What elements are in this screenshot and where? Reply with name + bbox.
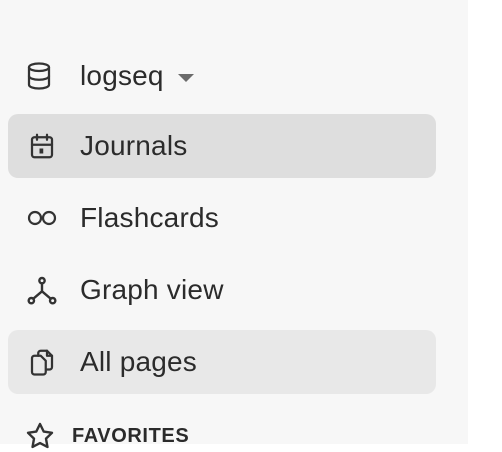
favorites-label: FAVORITES	[72, 424, 190, 447]
infinity-icon	[26, 202, 58, 234]
left-sidebar: logseq Journals Flashcards Graph view Al…	[0, 0, 468, 449]
graph-icon	[26, 274, 58, 306]
star-icon	[24, 420, 56, 452]
sidebar-item-graph-view[interactable]: Graph view	[8, 258, 436, 322]
calendar-icon	[26, 130, 58, 162]
sidebar-item-label: Journals	[80, 130, 188, 161]
pages-icon	[26, 346, 58, 378]
caret-down-icon	[177, 74, 194, 82]
sidebar-item-all-pages[interactable]: All pages	[8, 330, 436, 394]
favorites-header[interactable]: FAVORITES	[24, 420, 189, 452]
sidebar-item-flashcards[interactable]: Flashcards	[8, 186, 436, 250]
sidebar-item-label: Graph view	[80, 274, 224, 305]
sidebar-item-label: All pages	[80, 346, 197, 377]
database-icon	[24, 61, 54, 91]
repo-selector[interactable]: logseq	[24, 56, 194, 96]
sidebar-item-label: Flashcards	[80, 202, 219, 233]
top-toolbar-icon-fragment[interactable]	[228, 0, 242, 2]
sidebar-item-journals[interactable]: Journals	[8, 114, 436, 178]
repo-name: logseq	[80, 60, 164, 91]
